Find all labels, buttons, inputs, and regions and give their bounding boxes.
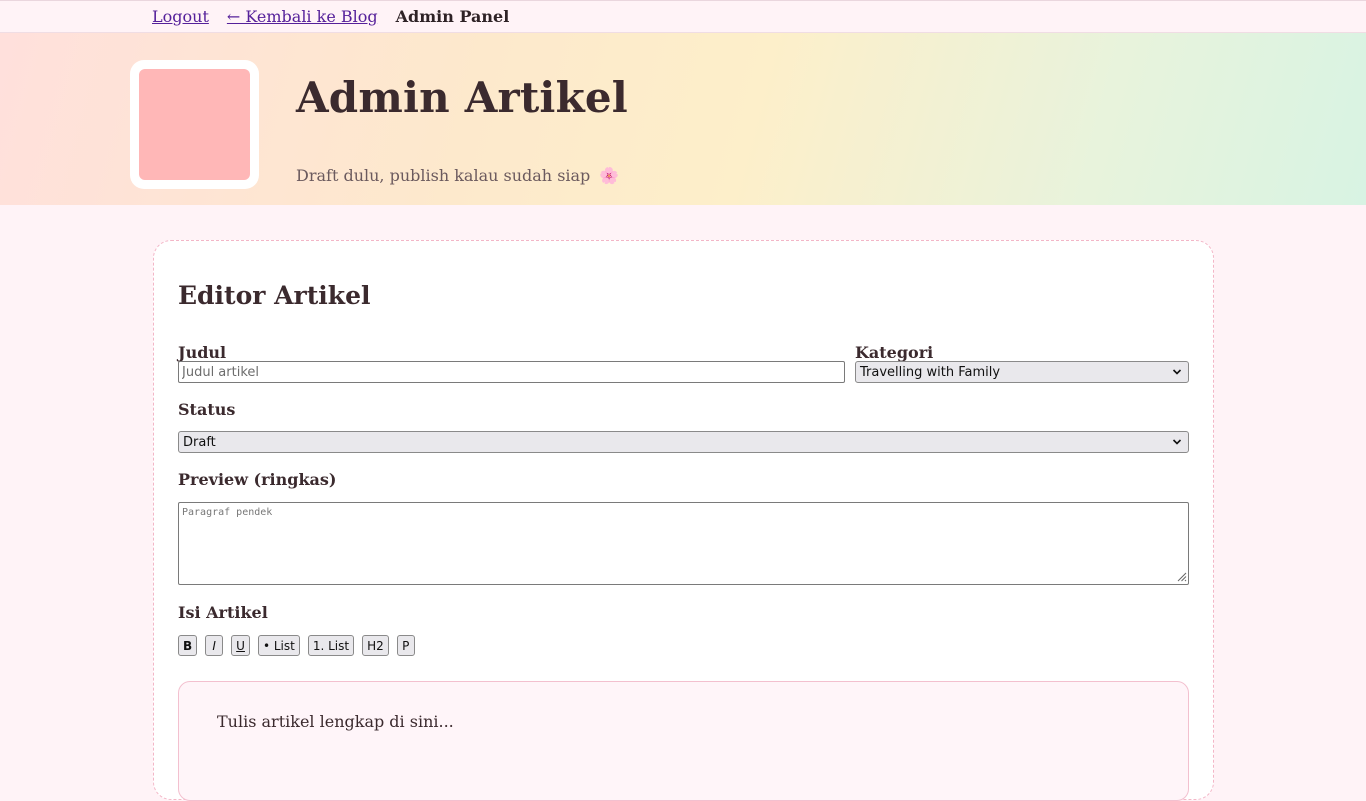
category-label: Kategori	[855, 343, 934, 362]
numbered-list-button[interactable]: 1. List	[307, 635, 355, 656]
preview-label: Preview (ringkas)	[178, 470, 337, 489]
format-toolbar: B I U • List 1. List H2 P	[178, 635, 415, 656]
preview-textarea[interactable]	[178, 502, 1189, 585]
category-selected-value: Travelling with Family	[860, 364, 1001, 380]
bold-button[interactable]: B	[178, 635, 198, 656]
content-label: Isi Artikel	[178, 603, 268, 622]
logo	[130, 60, 259, 189]
back-to-blog-link[interactable]: ← Kembali ke Blog	[227, 7, 378, 26]
status-selected-value: Draft	[183, 434, 216, 450]
underline-button[interactable]: U	[231, 635, 250, 656]
logo-image	[139, 69, 250, 180]
admin-panel-label: Admin Panel	[395, 7, 510, 26]
chevron-down-icon	[1172, 439, 1182, 445]
category-select[interactable]: Travelling with Family	[855, 361, 1189, 383]
top-nav: Logout ← Kembali ke Blog Admin Panel	[0, 0, 1366, 33]
page-title: Admin Artikel	[296, 73, 628, 122]
editor-card: Editor Artikel Judul Kategori Travelling…	[153, 240, 1214, 801]
content-editor[interactable]: Tulis artikel lengkap di sini...	[178, 681, 1189, 801]
status-select[interactable]: Draft	[178, 431, 1189, 453]
title-label: Judul	[178, 343, 227, 362]
status-label: Status	[178, 400, 236, 419]
content-placeholder: Tulis artikel lengkap di sini...	[217, 712, 454, 731]
chevron-down-icon	[1172, 369, 1182, 375]
title-input[interactable]	[178, 361, 845, 383]
logout-link[interactable]: Logout	[152, 7, 209, 26]
bullet-list-button[interactable]: • List	[257, 635, 300, 656]
italic-button[interactable]: I	[205, 635, 224, 656]
subtitle-text: Draft dulu, publish kalau sudah siap	[296, 166, 591, 185]
flower-icon: 🌸	[599, 166, 620, 185]
paragraph-button[interactable]: P	[396, 635, 415, 656]
resize-grip-icon[interactable]	[1175, 570, 1187, 582]
editor-heading: Editor Artikel	[178, 281, 371, 310]
page-subtitle: Draft dulu, publish kalau sudah siap 🌸	[296, 166, 619, 185]
heading-2-button[interactable]: H2	[362, 635, 389, 656]
header-banner: Admin Artikel Draft dulu, publish kalau …	[0, 33, 1366, 205]
